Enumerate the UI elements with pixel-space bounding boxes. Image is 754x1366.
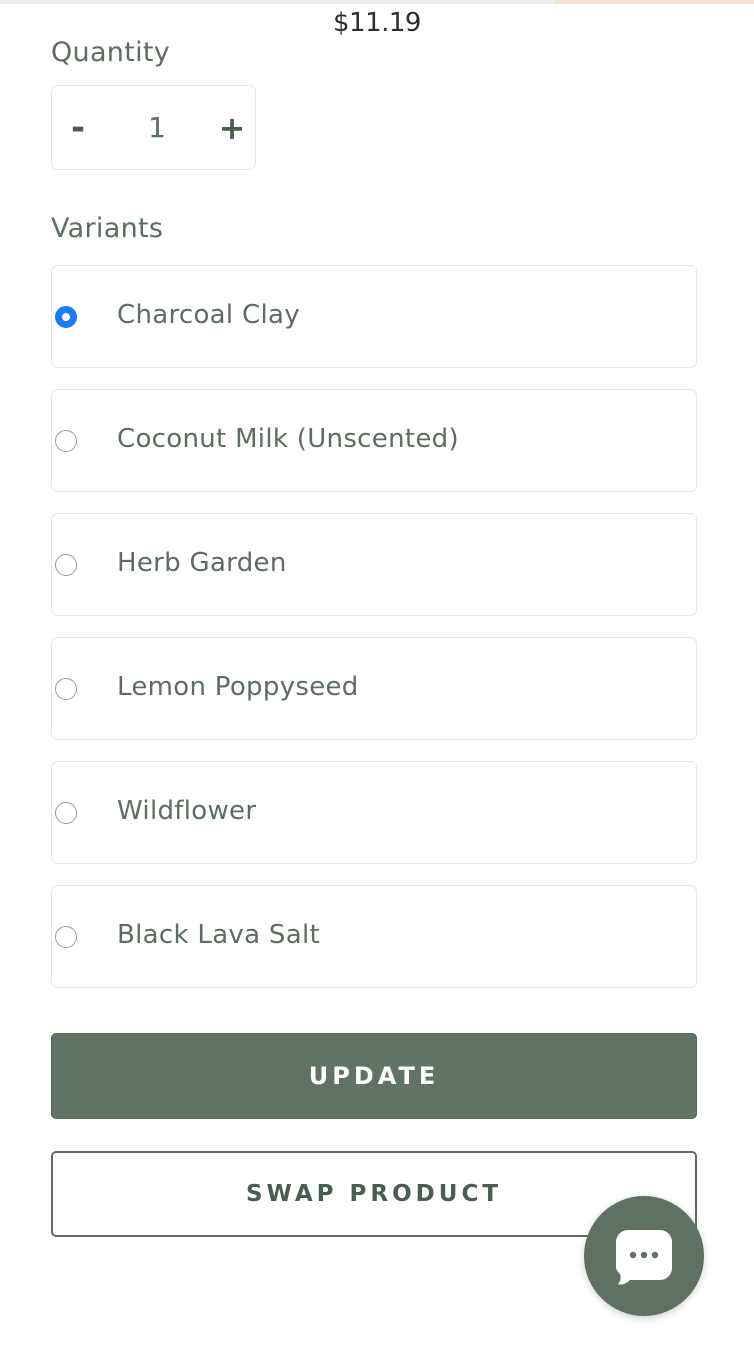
variant-option-wildflower[interactable]: Wildflower	[51, 761, 697, 864]
quantity-stepper: - 1 +	[51, 85, 256, 170]
variant-option-charcoal-clay[interactable]: Charcoal Clay	[51, 265, 697, 368]
increase-quantity-button[interactable]: +	[218, 106, 246, 150]
quantity-label: Quantity	[51, 37, 171, 68]
variant-option-coconut-milk[interactable]: Coconut Milk (Unscented)	[51, 389, 697, 492]
variant-option-black-lava-salt[interactable]: Black Lava Salt	[51, 885, 697, 988]
variant-label: Herb Garden	[117, 548, 287, 578]
decrease-quantity-button[interactable]: -	[67, 106, 89, 150]
update-button[interactable]: UPDATE	[51, 1033, 697, 1119]
top-progress-bar	[0, 0, 754, 4]
chat-launcher-button[interactable]	[584, 1196, 704, 1316]
top-bar-accent	[554, 0, 754, 4]
variant-label: Lemon Poppyseed	[117, 672, 359, 702]
variant-label: Coconut Milk (Unscented)	[117, 424, 459, 454]
variant-label: Charcoal Clay	[117, 300, 300, 330]
radio-unselected-icon[interactable]	[55, 554, 77, 576]
radio-unselected-icon[interactable]	[55, 802, 77, 824]
subscription-edit-page: $11.19 Quantity - 1 + Variants Charcoal …	[0, 0, 754, 1366]
variant-label: Black Lava Salt	[117, 920, 320, 950]
radio-unselected-icon[interactable]	[55, 678, 77, 700]
quantity-value[interactable]: 1	[127, 108, 187, 148]
product-price: $11.19	[333, 8, 421, 38]
radio-unselected-icon[interactable]	[55, 430, 77, 452]
chat-bubble-icon	[616, 1230, 672, 1285]
variant-label: Wildflower	[117, 796, 257, 826]
radio-unselected-icon[interactable]	[55, 926, 77, 948]
variant-option-herb-garden[interactable]: Herb Garden	[51, 513, 697, 616]
variant-option-lemon-poppyseed[interactable]: Lemon Poppyseed	[51, 637, 697, 740]
radio-selected-icon[interactable]	[55, 306, 77, 328]
variants-label: Variants	[51, 213, 164, 244]
